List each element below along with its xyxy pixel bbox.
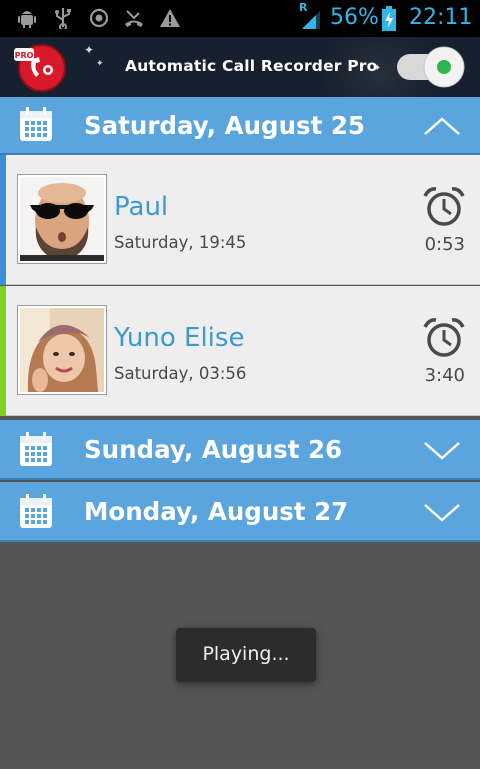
call-duration: 3:40 <box>424 365 465 386</box>
call-accent-bar <box>0 286 6 416</box>
logo-badge: PRO <box>15 51 34 60</box>
alarm-clock-icon <box>423 187 465 226</box>
recording-toggle-switch[interactable] <box>395 45 473 89</box>
day-label: Saturday, August 25 <box>84 111 365 140</box>
calendar-icon <box>20 107 52 141</box>
day-header-saturday[interactable]: Saturday, August 25 <box>0 97 480 155</box>
warning-icon <box>160 9 180 27</box>
app-logo: PRO <box>14 44 66 92</box>
call-accent-bar <box>0 155 6 285</box>
woman-with-beanie-photo <box>20 308 104 392</box>
battery-charging-icon <box>382 6 396 31</box>
calendar-icon <box>20 494 52 528</box>
day-label: Sunday, August 26 <box>84 435 343 464</box>
day-header-sunday[interactable]: Sunday, August 26 <box>0 420 480 480</box>
call-row[interactable]: Yuno Elise Saturday, 03:56 3:40 <box>0 286 480 416</box>
caller-name: Paul <box>114 192 169 222</box>
usb-icon <box>55 8 71 29</box>
android-debug-icon <box>18 11 36 28</box>
battery-percent: 56% <box>330 5 379 30</box>
missed-call-icon <box>125 10 143 27</box>
man-with-sunglasses-photo <box>20 177 104 261</box>
caller-name: Yuno Elise <box>114 323 245 353</box>
alarm-clock-icon <box>423 318 465 357</box>
avatar[interactable] <box>17 305 107 395</box>
sparkle-decoration: ✦ <box>84 43 95 57</box>
sparkle-decoration: ✦ <box>96 59 104 69</box>
day-header-monday[interactable]: Monday, August 27 <box>0 482 480 542</box>
toast-message: Playing... <box>176 628 316 682</box>
call-duration: 0:53 <box>424 234 465 255</box>
call-row[interactable]: Paul Saturday, 19:45 0:53 <box>0 155 480 285</box>
sync-icon <box>89 8 109 28</box>
clock: 22:11 <box>409 5 473 30</box>
call-time: Saturday, 03:56 <box>114 364 247 383</box>
chevron-down-icon[interactable] <box>422 440 462 462</box>
chevron-down-icon[interactable] <box>422 502 462 524</box>
status-bar: R 56% 22:11 <box>0 0 480 37</box>
toast-text: Playing... <box>202 643 290 665</box>
calendar-icon <box>20 432 52 466</box>
day-label: Monday, August 27 <box>84 497 349 526</box>
call-time: Saturday, 19:45 <box>114 233 247 252</box>
app-title: Automatic Call Recorder Pro <box>125 57 378 75</box>
signal-icon <box>302 11 320 29</box>
avatar[interactable] <box>17 174 107 264</box>
chevron-up-icon[interactable] <box>422 115 462 137</box>
